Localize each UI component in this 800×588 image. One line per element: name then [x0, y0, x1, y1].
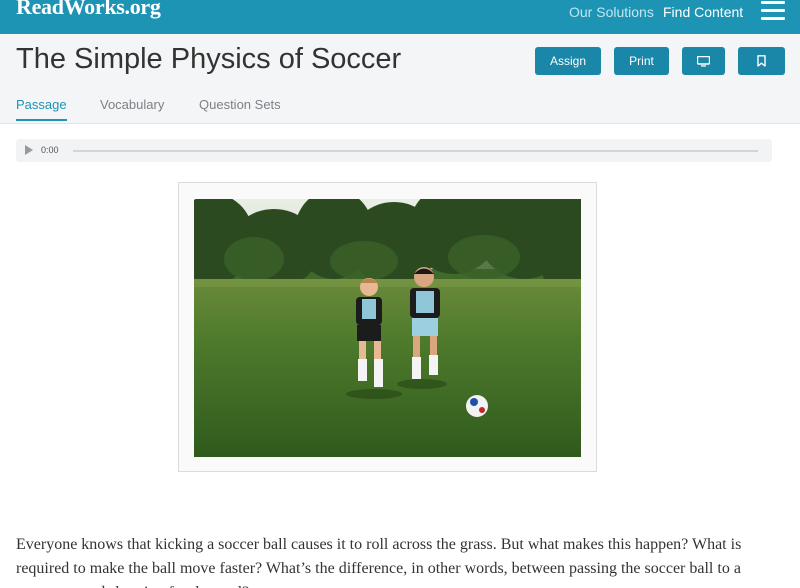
bookmark-icon — [757, 55, 766, 67]
nav-our-solutions[interactable]: Our Solutions — [569, 4, 654, 20]
tab-passage[interactable]: Passage — [16, 97, 67, 121]
present-button[interactable] — [682, 47, 725, 75]
page-title: The Simple Physics of Soccer — [16, 43, 402, 75]
assign-button[interactable]: Assign — [535, 47, 601, 75]
passage-text: Everyone knows that kicking a soccer bal… — [16, 536, 742, 588]
passage-image-frame — [178, 182, 597, 472]
nav-find-content[interactable]: Find Content — [663, 4, 743, 20]
article-header: The Simple Physics of Soccer Assign Prin… — [0, 34, 800, 124]
audio-time: 0:00 — [41, 145, 59, 155]
bookmark-button[interactable] — [738, 47, 785, 75]
soccer-photo — [194, 199, 581, 457]
audio-player: 0:00 — [16, 139, 772, 162]
play-icon[interactable] — [25, 145, 33, 155]
tab-question-sets[interactable]: Question Sets — [199, 97, 281, 119]
hamburger-menu-icon[interactable] — [761, 1, 785, 21]
audio-progress-track[interactable] — [73, 150, 758, 152]
readworks-logo[interactable]: ReadWorks.org — [16, 0, 161, 20]
monitor-icon — [697, 55, 710, 67]
print-button[interactable]: Print — [614, 47, 669, 75]
top-nav-bar: ReadWorks.org Our Solutions Find Content — [0, 0, 800, 34]
tab-vocabulary[interactable]: Vocabulary — [100, 97, 164, 119]
